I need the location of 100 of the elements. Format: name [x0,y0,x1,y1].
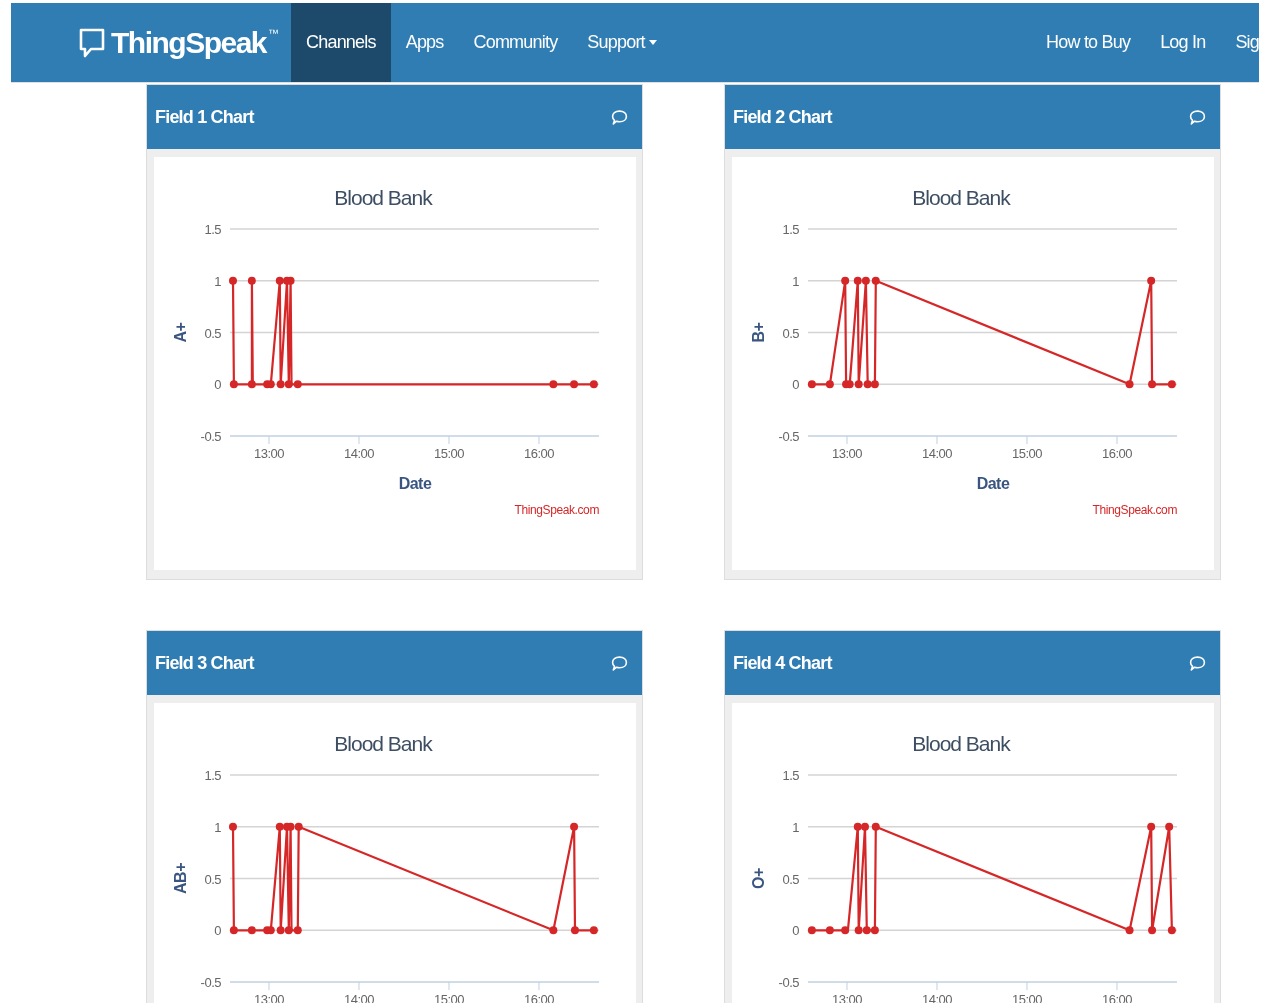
nav-link[interactable]: Channels [291,3,391,82]
data-point [862,926,871,935]
data-point [1125,380,1134,389]
axis-tick-label: -0.5 [778,429,799,444]
data-point [549,380,558,389]
data-point [845,380,854,389]
data-point [860,822,869,831]
data-point [284,926,293,935]
axis-tick-label: 0 [792,377,799,393]
data-point [229,380,238,389]
axis-tick-label: 1.5 [782,768,799,783]
axis-tick-label: 14:00 [343,446,374,461]
data-point [825,380,834,389]
trademark-mark: ™ [268,27,280,39]
axis-title: O+ [750,868,767,889]
axis-title: Date [976,475,1010,492]
data-point [1125,926,1134,935]
comment-icon[interactable] [611,654,628,672]
data-point [247,276,256,285]
data-point [284,380,293,389]
data-point [871,276,880,285]
data-point [825,926,834,935]
card-title: Field 2 Chart [733,106,832,128]
data-point [294,822,303,831]
chart-title: Blood Bank [334,186,432,209]
speech-bubble-icon [79,27,105,58]
data-point [1167,926,1176,935]
axis-tick-label: 0 [792,923,799,939]
card-title: Field 4 Chart [733,652,832,674]
data-point [854,926,863,935]
data-point [549,926,558,935]
nav-link[interactable]: Sig [1220,3,1259,82]
axis-tick-label: 13:00 [831,446,862,461]
data-point [275,822,284,831]
nav-link[interactable]: Apps [390,3,459,82]
data-point [853,822,862,831]
chart-title: Blood Bank [912,186,1010,209]
axis-title: Date [398,475,432,492]
axis-title: B+ [750,322,767,343]
axis-tick-label: 1 [792,273,799,289]
axis-tick-label: 0.5 [782,325,799,341]
axis-title: AB+ [172,863,189,894]
axis-tick-label: 1.5 [204,768,221,783]
data-point [1165,822,1174,831]
axis-tick-label: 15:00 [433,446,464,461]
data-point [854,380,863,389]
card-title: Field 3 Chart [155,652,254,674]
data-point [570,822,579,831]
nav-link[interactable]: Community [458,3,573,82]
data-point [871,822,880,831]
card-title: Field 1 Chart [155,106,254,128]
chart-title: Blood Bank [912,732,1010,755]
data-point [275,276,284,285]
data-point [589,926,598,935]
axis-tick-label: 14:00 [921,446,952,461]
data-point [276,380,285,389]
axis-tick-label: 1 [214,819,221,835]
data-point [1148,926,1157,935]
nav-link[interactable]: Log In [1145,3,1221,82]
data-point [266,926,275,935]
comment-icon[interactable] [1189,108,1206,126]
data-point [228,822,237,831]
axis-tick-label: -0.5 [200,975,221,990]
data-point [1148,380,1157,389]
axis-tick-label: 0.5 [204,871,221,887]
chart-title: Blood Bank [334,732,432,755]
data-point [266,380,275,389]
nav-link[interactable]: Support [572,3,672,82]
data-point [1167,380,1176,389]
data-point [861,276,870,285]
data-point [228,276,237,285]
data-point [1147,276,1156,285]
data-point [841,926,850,935]
data-point [807,380,816,389]
axis-tick-label: 0.5 [782,871,799,887]
axis-tick-label: 1 [792,819,799,835]
comment-icon[interactable] [1189,654,1206,672]
axis-tick-label: 15:00 [1011,446,1042,461]
data-point [589,380,598,389]
data-point [863,380,872,389]
data-point [853,276,862,285]
brand-name[interactable]: ThingSpeak [111,25,267,60]
nav-link[interactable]: How to Buy [1031,3,1146,82]
axis-tick-label: 16:00 [1101,446,1132,461]
axis-tick-label: 16:00 [523,446,554,461]
data-point [807,926,816,935]
data-point [841,276,850,285]
data-point [276,926,285,935]
axis-tick-label: 0.5 [204,325,221,341]
data-point [229,926,238,935]
axis-tick-label: 1 [214,273,221,289]
axis-tick-label: 0 [214,923,221,939]
data-point [570,926,579,935]
data-point [1147,822,1156,831]
data-point [870,380,879,389]
data-point [570,380,579,389]
comment-icon[interactable] [611,108,628,126]
axis-tick-label: 0 [214,377,221,393]
data-point [870,926,879,935]
data-point [247,926,256,935]
